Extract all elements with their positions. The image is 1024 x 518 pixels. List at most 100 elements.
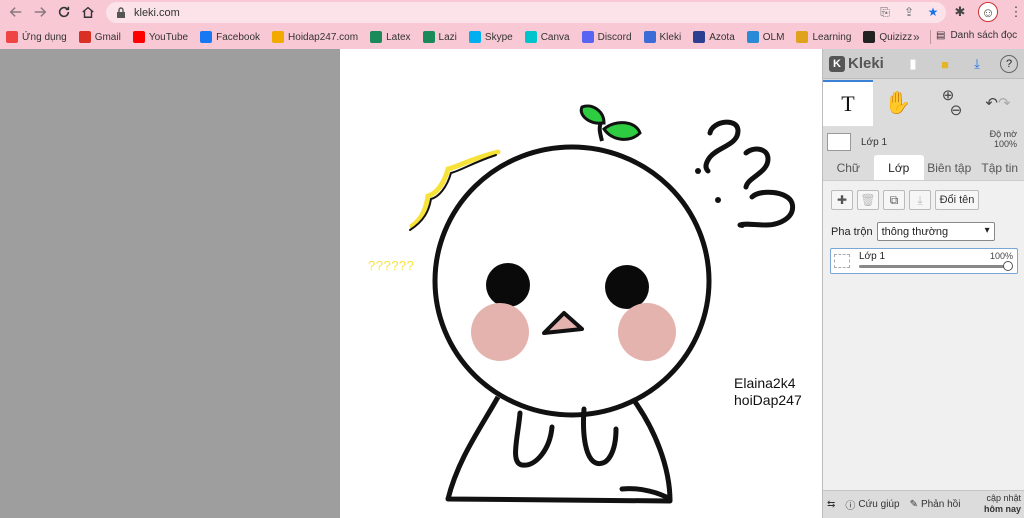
tool-row: T ✋ ⊕ ⊖ ↶ ↷ <box>823 80 1024 126</box>
bookmark-item[interactable]: Canva <box>524 31 570 43</box>
opacity-value: 100% <box>993 139 1017 149</box>
signature: Elaina2k4 hoiDap247 <box>734 375 802 409</box>
hand-icon: ✋ <box>884 90 912 115</box>
update-note[interactable]: cập nhật hôm nay <box>984 493 1021 515</box>
opacity-label: Độ mờ <box>989 129 1017 139</box>
rename-layer-button[interactable]: Đổi tên <box>935 190 979 210</box>
tab-edit[interactable]: Biên tập <box>924 155 975 180</box>
redo-icon[interactable]: ↷ <box>998 94 1011 112</box>
help-icon[interactable]: ? <box>1000 55 1018 73</box>
bookmark-label: Discord <box>597 31 632 43</box>
bookmark-label: Hoidap247.com <box>288 31 359 43</box>
layers-panel: ✚ 🗑 ⧉ ⤓ Đổi tên Pha trộn thông thường ▾ … <box>823 180 1024 518</box>
kleki-logo[interactable]: K Kleki <box>829 55 884 72</box>
forward-button[interactable] <box>28 0 52 24</box>
bookmark-item[interactable]: Facebook <box>200 31 260 43</box>
lazi-icon <box>422 31 435 43</box>
bookmark-item[interactable]: Hoidap247.com <box>272 31 358 43</box>
olm-icon <box>746 31 759 43</box>
merge-layer-button[interactable]: ⤓ <box>909 190 931 210</box>
url-text: kleki.com <box>134 6 180 19</box>
help-button[interactable]: ⓘ Cứu giúp <box>845 497 899 512</box>
bookmark-item[interactable]: Azota <box>693 31 735 43</box>
duplicate-layer-button[interactable]: ⧉ <box>883 190 905 210</box>
left-eye <box>486 263 530 307</box>
feedback-button[interactable]: ✎ Phản hồi <box>910 499 961 510</box>
sprout-leaf-right <box>602 121 642 141</box>
bookmark-label: Learning <box>812 31 852 43</box>
panel-header: K Kleki ▮ ■ ⤓ ? <box>823 49 1024 79</box>
sprout-leaf-left <box>579 104 606 125</box>
reload-button[interactable] <box>52 0 76 24</box>
delete-layer-button[interactable]: 🗑 <box>857 190 879 210</box>
tab-file[interactable]: Tập tin <box>975 155 1024 180</box>
extensions-icon[interactable]: ✱ <box>950 2 970 22</box>
right-eye <box>605 265 649 309</box>
share-icon[interactable]: ⇪ <box>902 5 916 19</box>
kleki-icon <box>643 31 656 43</box>
undo-icon[interactable]: ↶ <box>985 94 998 112</box>
layer-opacity-slider[interactable] <box>859 265 1009 268</box>
bookmark-item[interactable]: Quizizz <box>863 31 912 43</box>
bookmark-item[interactable]: Lazi <box>422 31 457 43</box>
kleki-logo-icon: K <box>829 55 845 72</box>
save-icon[interactable]: ■ <box>936 55 954 73</box>
kleki-workspace: ?????? Elaina2k4 hoiDap247 K Kleki ▮ ■ ⤓… <box>0 49 1024 518</box>
layer-item-opacity: 100% <box>989 251 1013 261</box>
zoom-buttons[interactable]: ⊕ ⊖ <box>923 80 973 126</box>
question-text: ?????? <box>368 258 415 273</box>
bookmark-item[interactable]: Latex <box>370 31 411 43</box>
hoidap-icon <box>272 31 285 43</box>
translate-icon[interactable]: ⎘ <box>878 5 892 19</box>
bookmark-item[interactable]: Skype <box>468 31 513 43</box>
bookmark-label: Ứng dụng <box>22 31 67 43</box>
bookmark-label: OLM <box>762 31 785 43</box>
bookmark-item[interactable]: Discord <box>581 31 632 43</box>
bookmark-item[interactable]: Kleki <box>643 31 682 43</box>
question-mark-1 <box>703 119 741 174</box>
panel-tabs: Chữ Lớp Biên tập Tập tin <box>823 155 1024 180</box>
home-button[interactable] <box>76 0 100 24</box>
question-dot-1 <box>695 168 701 174</box>
zoom-out-icon[interactable]: ⊖ <box>950 103 963 118</box>
address-bar[interactable]: kleki.com ⎘ ⇪ ★ <box>106 2 946 23</box>
text-tool-button[interactable]: T <box>823 80 873 126</box>
download-icon[interactable]: ⤓ <box>968 55 986 73</box>
blend-mode-select[interactable]: thông thường ▾ <box>876 222 995 241</box>
new-image-icon[interactable]: ▮ <box>904 55 922 73</box>
menu-kebab-icon[interactable]: ⋮ <box>1006 2 1024 22</box>
reload-icon <box>58 6 70 18</box>
star-icon[interactable]: ★ <box>926 5 940 19</box>
azota-icon <box>693 31 706 43</box>
tab-layers[interactable]: Lớp <box>873 155 924 180</box>
gmail-icon <box>78 31 91 43</box>
discord-icon <box>581 31 594 43</box>
layer-opacity-slider-handle[interactable] <box>1003 261 1013 271</box>
profile-avatar[interactable]: ☺ <box>978 2 998 22</box>
bookmark-label: Quizizz <box>879 31 913 43</box>
reading-list-button[interactable]: ▤ Danh sách đọc <box>936 30 1017 41</box>
reading-list-label: Danh sách đọc <box>950 30 1018 41</box>
bookmark-item[interactable]: Gmail <box>78 31 121 43</box>
drawing-artwork <box>409 104 796 504</box>
bookmark-item[interactable]: OLM <box>746 31 785 43</box>
layer-list-item[interactable]: Lớp 1 100% <box>830 248 1018 274</box>
undo-redo-buttons[interactable]: ↶ ↷ <box>973 80 1023 126</box>
swap-side-button[interactable]: ⇆ <box>827 499 835 510</box>
hand-tool-button[interactable]: ✋ <box>873 80 923 126</box>
current-layer-preview[interactable]: Lớp 1 Độ mờ 100% <box>827 129 1021 155</box>
zoom-in-icon[interactable]: ⊕ <box>942 88 955 103</box>
bookmark-item[interactable]: YouTube <box>132 31 188 43</box>
bookmarks-more-button[interactable]: » <box>913 30 920 44</box>
left-cheek <box>471 303 529 361</box>
panel-footer: ⇆ ⓘ Cứu giúp ✎ Phản hồi cập nhật hôm nay <box>823 490 1024 518</box>
drawing-canvas[interactable]: ?????? Elaina2k4 hoiDap247 <box>340 49 822 518</box>
bookmark-item[interactable]: Learning <box>796 31 851 43</box>
bookmark-item[interactable]: Ứng dụng <box>6 31 67 43</box>
chevron-down-icon: ▾ <box>984 225 990 236</box>
bookmark-label: Kleki <box>659 31 682 43</box>
back-button[interactable] <box>4 0 28 24</box>
tab-text[interactable]: Chữ <box>823 155 874 180</box>
right-cheek <box>618 303 676 361</box>
add-layer-button[interactable]: ✚ <box>831 190 853 210</box>
